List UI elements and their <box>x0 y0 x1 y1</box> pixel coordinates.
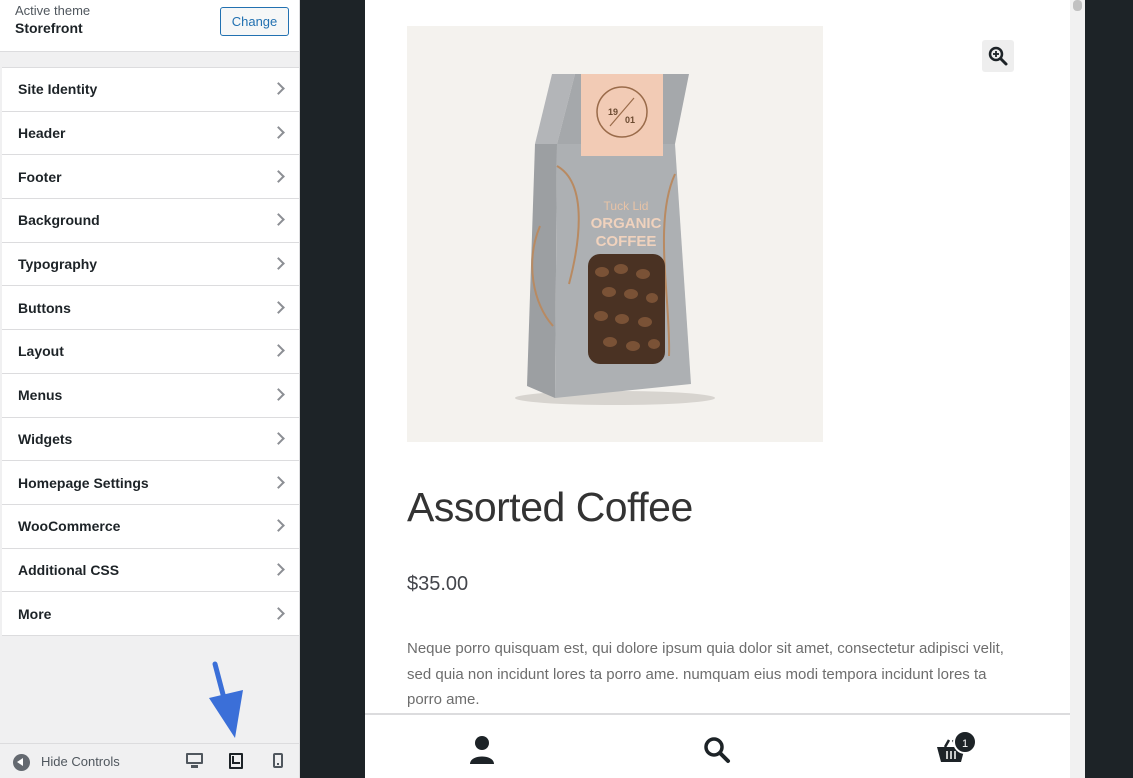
product-price: $35.00 <box>407 573 469 595</box>
collapse-arrow-icon[interactable] <box>13 754 30 771</box>
menu-item-label: Site Identity <box>18 81 98 98</box>
change-theme-button[interactable]: Change <box>220 7 289 36</box>
menu-item-label: More <box>18 605 52 622</box>
menu-item-menus[interactable]: Menus <box>2 373 299 418</box>
menu-item-background[interactable]: Background <box>2 199 299 243</box>
menu-item-label: Footer <box>18 168 62 185</box>
chevron-right-icon <box>272 300 285 314</box>
bag-text-line3: COFFEE <box>596 233 657 250</box>
menu-item-label: Homepage Settings <box>18 474 149 491</box>
chevron-right-icon <box>272 475 285 489</box>
annotation-arrow-icon <box>209 661 243 738</box>
menu-item-label: Typography <box>18 256 98 273</box>
active-theme-name: Storefront <box>15 20 83 36</box>
hide-controls-button[interactable]: Hide Controls <box>41 754 120 769</box>
chevron-right-icon <box>272 169 285 183</box>
menu-item-site-identity[interactable]: Site Identity <box>2 68 299 112</box>
menu-item-additional-css[interactable]: Additional CSS <box>2 548 299 593</box>
chevron-right-icon <box>272 563 285 576</box>
preview-scrollbar[interactable] <box>1070 0 1085 778</box>
bag-text-line1: Tuck Lid <box>604 199 649 213</box>
menu-item-label: Background <box>18 212 100 229</box>
menu-item-homepage-settings[interactable]: Homepage Settings <box>2 461 299 505</box>
menu-item-layout[interactable]: Layout <box>2 330 299 374</box>
menu-item-woocommerce[interactable]: WooCommerce <box>2 504 299 549</box>
zoom-button[interactable] <box>982 40 1014 72</box>
product-description: Neque porro quisquam est, qui dolore ips… <box>407 640 1004 708</box>
chevron-right-icon <box>272 431 285 445</box>
handheld-footer-bar: 1 <box>365 713 1070 778</box>
product-title: Assorted Coffee <box>407 484 693 530</box>
chevron-right-icon <box>272 388 285 402</box>
menu-item-label: Header <box>18 125 66 142</box>
customizer-footer: Hide Controls <box>0 743 299 778</box>
search-icon[interactable] <box>703 736 731 764</box>
cart-count-badge: 1 <box>953 730 977 754</box>
badge-top-text: 19 <box>608 107 618 117</box>
menu-item-header[interactable]: Header <box>2 111 299 156</box>
active-theme-label: Active theme <box>15 3 91 18</box>
menu-item-footer[interactable]: Footer <box>2 155 299 200</box>
menu-item-buttons[interactable]: Buttons <box>2 286 299 331</box>
chevron-right-icon <box>272 257 285 270</box>
preview-scrollbar-thumb[interactable] <box>1073 0 1082 11</box>
desktop-stand <box>191 765 198 768</box>
chevron-right-icon <box>272 344 285 358</box>
menu-item-widgets[interactable]: Widgets <box>2 417 299 462</box>
chevron-right-icon <box>272 126 285 139</box>
active-theme-panel: Active theme Storefront Change <box>0 0 299 52</box>
zoom-in-icon <box>988 46 1008 66</box>
customizer-menu: Site Identity Header Footer Background T… <box>2 67 299 636</box>
product-image[interactable]: 19 01 Tuck Lid ORGANIC COFFEE <box>407 26 823 442</box>
customizer-sidebar: Active theme Storefront Change Site Iden… <box>0 0 300 778</box>
menu-item-label: Widgets <box>18 430 73 447</box>
chevron-right-icon <box>272 213 285 227</box>
menu-item-label: Layout <box>18 343 64 360</box>
site-preview: 19 01 Tuck Lid ORGANIC COFFEE Assorted C… <box>365 0 1070 778</box>
chevron-right-icon <box>272 519 285 533</box>
mobile-icon[interactable] <box>273 753 283 768</box>
user-account-icon[interactable] <box>469 735 495 765</box>
tablet-icon[interactable] <box>229 753 243 769</box>
chevron-right-icon <box>272 606 285 620</box>
coffee-bag-illustration: 19 01 Tuck Lid ORGANIC COFFEE <box>515 74 715 405</box>
chevron-right-icon <box>272 82 285 96</box>
menu-item-label: Buttons <box>18 299 71 316</box>
menu-item-label: WooCommerce <box>18 518 121 535</box>
menu-item-typography[interactable]: Typography <box>2 242 299 287</box>
desktop-icon[interactable] <box>186 753 203 768</box>
bag-text-line2: ORGANIC <box>591 215 662 232</box>
desktop-screen <box>186 753 203 764</box>
badge-bottom-text: 01 <box>625 115 635 125</box>
menu-item-label: Additional CSS <box>18 561 120 578</box>
menu-item-more[interactable]: More <box>2 592 299 636</box>
menu-item-label: Menus <box>18 387 63 404</box>
